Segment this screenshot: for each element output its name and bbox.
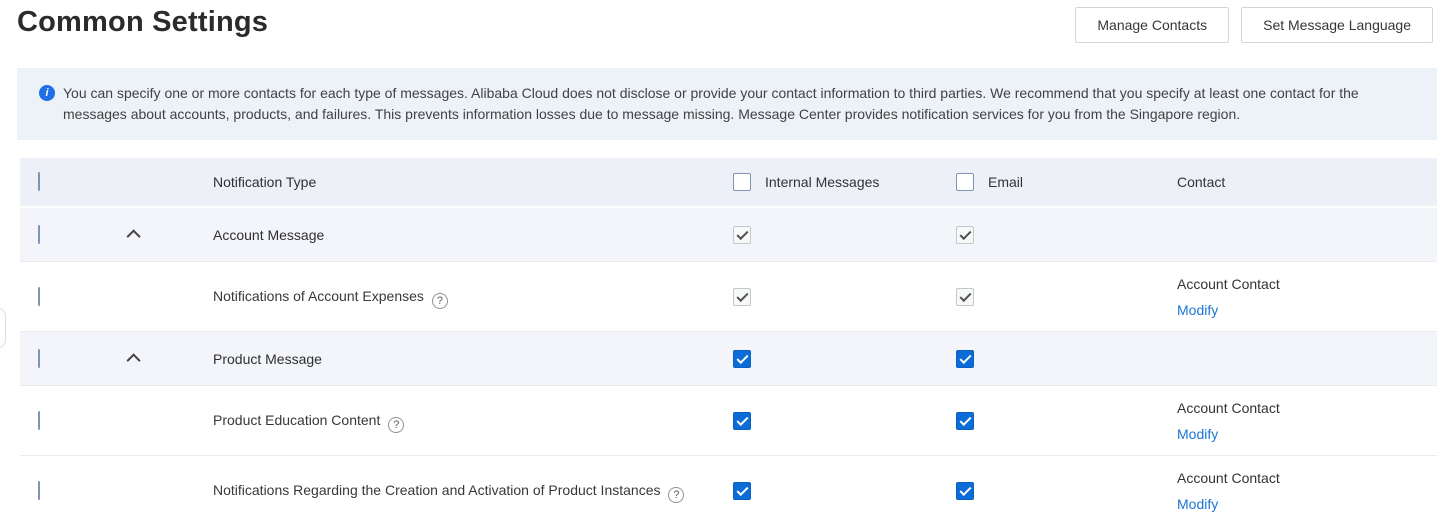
header-actions: Manage Contacts Set Message Language — [1075, 7, 1433, 43]
row-checkbox[interactable] — [38, 481, 40, 500]
page-header: Common Settings Manage Contacts Set Mess… — [0, 0, 1437, 68]
notification-type-cell: Product Education Content — [213, 408, 723, 433]
row-checkbox[interactable] — [38, 349, 40, 368]
info-banner-text: You can specify one or more contacts for… — [63, 83, 1413, 125]
column-header-contact: Contact — [1167, 173, 1437, 191]
internal-messages-checkbox[interactable] — [733, 350, 751, 368]
table-row-account-expenses: Notifications of Account Expenses Accoun… — [20, 262, 1437, 332]
email-checkbox[interactable] — [956, 288, 974, 306]
select-all-checkbox[interactable] — [38, 172, 40, 191]
group-label: Product Message — [213, 347, 723, 371]
row-label: Notifications Regarding the Creation and… — [213, 482, 660, 498]
internal-messages-checkbox[interactable] — [733, 226, 751, 244]
collapse-caret-icon[interactable] — [126, 229, 140, 243]
manage-contacts-button[interactable]: Manage Contacts — [1075, 7, 1229, 43]
internal-messages-column-checkbox[interactable] — [733, 173, 751, 191]
row-checkbox[interactable] — [38, 225, 40, 244]
contact-name: Account Contact — [1177, 275, 1437, 293]
modify-link[interactable]: Modify — [1177, 302, 1218, 318]
column-header-notification-type: Notification Type — [213, 170, 723, 194]
table-row-product-instances: Notifications Regarding the Creation and… — [20, 456, 1437, 518]
table-row-product-message: Product Message — [20, 332, 1437, 386]
column-header-email: Email — [988, 174, 1023, 190]
row-checkbox[interactable] — [38, 411, 40, 430]
table-row-product-education: Product Education Content Account Contac… — [20, 386, 1437, 456]
help-icon[interactable] — [388, 417, 404, 433]
contact-name: Account Contact — [1177, 399, 1437, 417]
table-header-row: Notification Type Internal Messages Emai… — [20, 158, 1437, 208]
help-icon[interactable] — [668, 487, 684, 503]
info-icon: i — [39, 85, 55, 101]
row-label: Notifications of Account Expenses — [213, 288, 424, 304]
email-checkbox[interactable] — [956, 226, 974, 244]
collapse-caret-icon[interactable] — [126, 353, 140, 367]
info-banner: i You can specify one or more contacts f… — [17, 68, 1437, 140]
modify-link[interactable]: Modify — [1177, 426, 1218, 442]
table-row-account-message: Account Message — [20, 208, 1437, 262]
email-checkbox[interactable] — [956, 482, 974, 500]
notification-type-cell: Notifications Regarding the Creation and… — [213, 478, 723, 503]
internal-messages-checkbox[interactable] — [733, 288, 751, 306]
group-label: Account Message — [213, 223, 723, 247]
contact-name: Account Contact — [1177, 469, 1437, 487]
edge-panel-handle[interactable] — [0, 308, 6, 348]
set-message-language-button[interactable]: Set Message Language — [1241, 7, 1433, 43]
internal-messages-checkbox[interactable] — [733, 412, 751, 430]
email-checkbox[interactable] — [956, 350, 974, 368]
column-header-internal-messages: Internal Messages — [765, 174, 879, 190]
modify-link[interactable]: Modify — [1177, 496, 1218, 512]
email-checkbox[interactable] — [956, 412, 974, 430]
row-label: Product Education Content — [213, 412, 380, 428]
help-icon[interactable] — [432, 293, 448, 309]
internal-messages-checkbox[interactable] — [733, 482, 751, 500]
email-column-checkbox[interactable] — [956, 173, 974, 191]
row-checkbox[interactable] — [38, 287, 40, 306]
notification-settings-table: Notification Type Internal Messages Emai… — [20, 158, 1437, 518]
notification-type-cell: Notifications of Account Expenses — [213, 284, 723, 309]
